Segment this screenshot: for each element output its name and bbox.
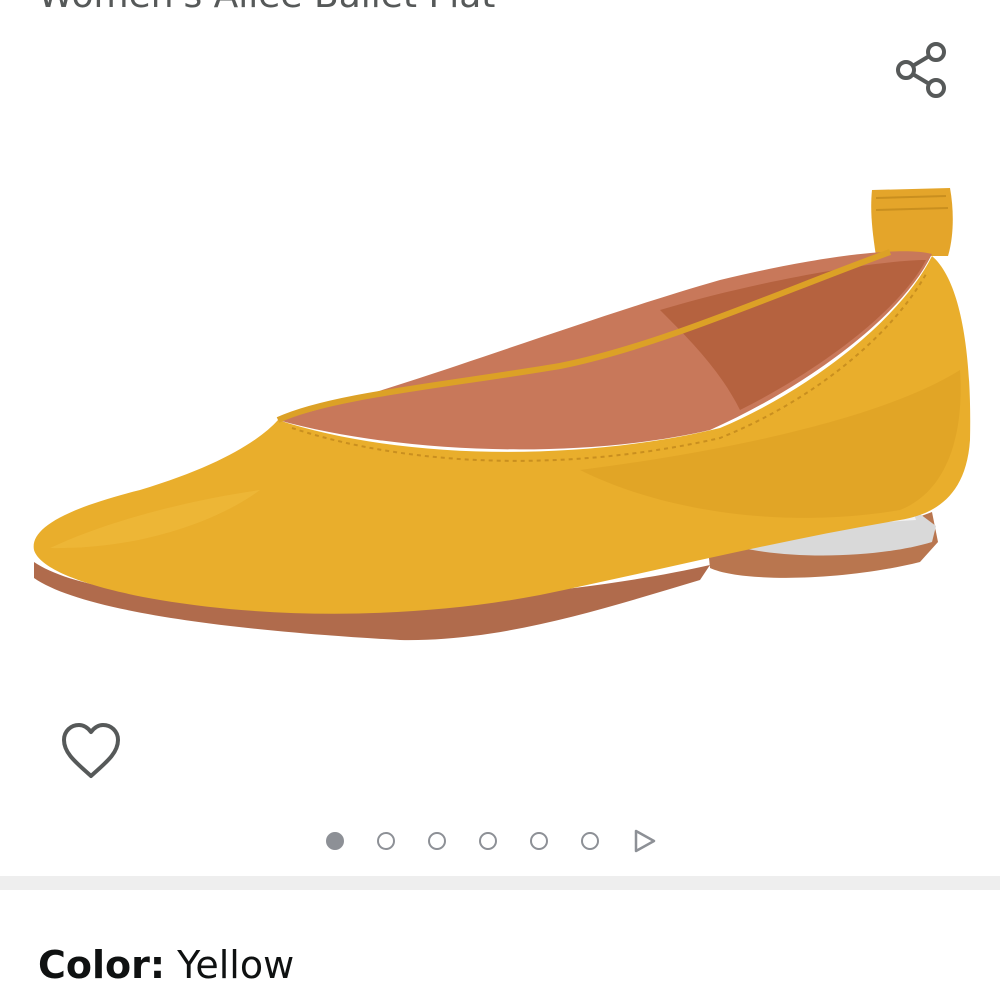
color-value: Yellow: [177, 943, 295, 987]
product-detail-page: Women's Allee Ballet Flat: [0, 0, 1000, 999]
share-icon: [896, 42, 946, 98]
share-button[interactable]: [888, 36, 956, 104]
color-label: Color:: [38, 943, 166, 987]
section-divider: [0, 876, 1000, 890]
carousel-video-button[interactable]: [632, 828, 658, 854]
product-title: Women's Allee Ballet Flat: [38, 0, 495, 18]
ballet-flat-image: [33, 188, 971, 641]
heart-outline-icon: [62, 723, 120, 778]
carousel-dot-1[interactable]: [326, 832, 344, 850]
carousel-dot-6[interactable]: [581, 832, 599, 850]
play-triangle-icon: [634, 829, 656, 853]
carousel-dot-2[interactable]: [377, 832, 395, 850]
image-carousel-indicator: [326, 826, 658, 856]
color-variation-row: Color: Yellow: [38, 940, 294, 990]
carousel-dot-3[interactable]: [428, 832, 446, 850]
carousel-dot-5[interactable]: [530, 832, 548, 850]
product-image[interactable]: [20, 170, 980, 660]
carousel-dot-4[interactable]: [479, 832, 497, 850]
add-to-wishlist-button[interactable]: [58, 718, 124, 784]
